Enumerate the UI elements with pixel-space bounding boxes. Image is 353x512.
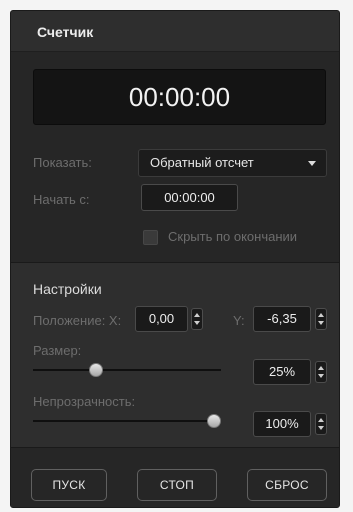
timer-display: 00:00:00 [33,69,326,125]
size-slider-track[interactable] [33,369,221,371]
show-mode-value: Обратный отсчет [150,155,254,170]
hide-on-end-checkbox[interactable] [143,230,158,245]
stepper-down-icon [194,321,200,325]
position-x-stepper[interactable] [191,308,203,330]
opacity-field[interactable]: 100% [253,411,311,437]
hide-on-end-label: Скрыть по окончании [168,229,298,244]
counter-panel: Счетчик 00:00:00 Показать: Обратный отсч… [10,10,340,508]
stepper-down-icon [318,321,324,325]
size-field[interactable]: 25% [253,359,311,385]
size-stepper[interactable] [315,361,327,383]
stepper-up-icon [318,418,324,422]
opacity-slider-knob[interactable] [207,414,221,428]
start-from-label: Начать с: [33,192,90,207]
chevron-down-icon [308,161,316,166]
size-label: Размер: [33,343,82,358]
stepper-up-icon [318,313,324,317]
opacity-label: Непрозрачность: [33,394,136,409]
opacity-slider-track[interactable] [33,420,221,422]
position-y-stepper[interactable] [315,308,327,330]
reset-button[interactable]: СБРОС [247,469,327,501]
position-x-field[interactable]: 0,00 [135,306,188,332]
stepper-down-icon [318,374,324,378]
show-mode-dropdown[interactable]: Обратный отсчет [138,149,327,177]
start-time-field[interactable]: 00:00:00 [141,184,238,211]
settings-section: Настройки Положение: X: 0,00 Y: -6,35 Ра… [11,263,339,448]
position-x-label: Положение: X: [33,313,122,328]
opacity-stepper[interactable] [315,413,327,435]
panel-title: Счетчик [37,24,94,40]
show-label: Показать: [33,155,92,170]
stepper-up-icon [318,366,324,370]
counter-section: 00:00:00 Показать: Обратный отсчет Начат… [11,52,339,263]
start-button[interactable]: ПУСК [31,469,107,501]
settings-title: Настройки [33,281,102,297]
position-y-label: Y: [233,313,245,328]
size-slider-knob[interactable] [88,363,103,377]
stop-button[interactable]: СТОП [137,469,217,501]
position-y-field[interactable]: -6,35 [253,306,311,332]
stepper-down-icon [318,426,324,430]
stepper-up-icon [194,313,200,317]
panel-header: Счетчик [11,11,339,52]
